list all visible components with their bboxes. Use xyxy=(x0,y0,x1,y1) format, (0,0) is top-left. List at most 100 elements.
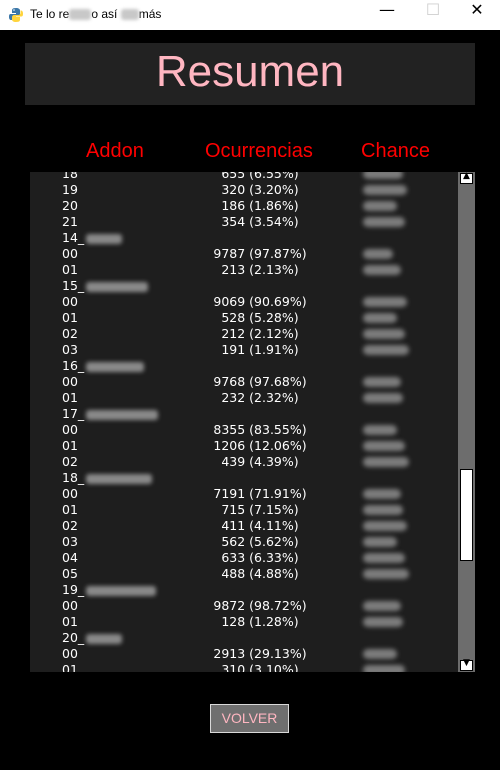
redacted-chance xyxy=(363,441,405,451)
addon-text: 01 xyxy=(62,662,78,672)
addon-text: 04 xyxy=(62,550,78,565)
chance-cell xyxy=(363,313,397,323)
chance-cell xyxy=(363,249,393,259)
ocurrencias-cell: 212 (2.12%) xyxy=(221,326,299,341)
close-button[interactable]: ✕ xyxy=(454,0,500,30)
table-row: 01 528 (5.28%) xyxy=(30,310,458,326)
scroll-up-button[interactable]: ▲ xyxy=(460,171,473,184)
ocurrencias-cell: 411 (4.11%) xyxy=(221,518,299,533)
back-button[interactable]: VOLVER xyxy=(210,704,289,733)
table-row: 01 128 (1.28%) xyxy=(30,614,458,630)
arrow-up-icon: ▲ xyxy=(463,171,470,181)
addon-text: 15_ xyxy=(62,278,85,293)
addon-cell: 04 xyxy=(62,550,78,566)
addon-cell: 00 xyxy=(62,246,78,262)
redacted-chance xyxy=(363,505,403,515)
addon-cell: 18 xyxy=(62,172,78,182)
maximize-button[interactable]: ☐ xyxy=(410,0,456,30)
table-row: 01 1206 (12.06%) xyxy=(30,438,458,454)
addon-text: 01 xyxy=(62,262,78,277)
ocurrencias-cell: 9768 (97.68%) xyxy=(213,374,307,389)
scrollbar-thumb[interactable] xyxy=(460,469,473,561)
table-row: 20 186 (1.86%) xyxy=(30,198,458,214)
chance-cell xyxy=(363,297,407,307)
ocurrencias-cell: 562 (5.62%) xyxy=(221,534,299,549)
redacted-chance xyxy=(363,172,403,179)
addon-cell: 21 xyxy=(62,214,78,230)
table-row: 03 191 (1.91%) xyxy=(30,342,458,358)
table-row: 02 411 (4.11%) xyxy=(30,518,458,534)
table-row: 01 232 (2.32%) xyxy=(30,390,458,406)
ocurrencias-cell: 655 (6.55%) xyxy=(221,172,299,181)
scroll-down-button[interactable]: ▼ xyxy=(460,658,473,671)
results-rows: 18 655 (6.55%) 19 320 (3.20%) 20 186 (1.86%) 2… xyxy=(30,172,458,672)
addon-cell: 03 xyxy=(62,534,78,550)
addon-text: 18 xyxy=(62,172,78,181)
addon-cell: 19 xyxy=(62,182,78,198)
column-header-addon: Addon xyxy=(86,140,144,162)
redacted-chance xyxy=(363,217,405,227)
table-row: 01 213 (2.13%) xyxy=(30,262,458,278)
addon-cell: 01 xyxy=(62,502,78,518)
group-label: 18_ xyxy=(62,470,153,486)
addon-cell: 03 xyxy=(62,342,78,358)
chance-cell xyxy=(363,441,405,451)
addon-cell: 05 xyxy=(62,566,78,582)
addon-text: 01 xyxy=(62,390,78,405)
column-header-ocurrencias: Ocurrencias xyxy=(205,140,313,162)
ocurrencias-cell: 213 (2.13%) xyxy=(221,262,299,277)
ocurrencias-cell: 9872 (98.72%) xyxy=(213,598,307,613)
redacted-chance xyxy=(363,521,407,531)
chance-cell xyxy=(363,377,401,387)
addon-text: 01 xyxy=(62,438,78,453)
addon-text: 16_ xyxy=(62,358,85,373)
window-title: Te lo re o así más xyxy=(30,7,161,21)
table-row: 03 562 (5.62%) xyxy=(30,534,458,550)
redacted-chance xyxy=(363,457,409,467)
redacted-chance xyxy=(363,377,401,387)
ocurrencias-cell: 715 (7.15%) xyxy=(221,502,299,517)
ocurrencias-cell: 8355 (83.55%) xyxy=(213,422,307,437)
ocurrencias-cell: 9787 (97.87%) xyxy=(213,246,307,261)
vertical-scrollbar[interactable]: ▲ ▼ xyxy=(458,171,475,672)
redacted-text xyxy=(69,9,92,21)
addon-text: 02 xyxy=(62,454,78,469)
redacted-chance xyxy=(363,313,397,323)
close-icon: ✕ xyxy=(470,0,484,19)
table-row: 02 439 (4.39%) xyxy=(30,454,458,470)
chance-cell xyxy=(363,172,403,179)
redacted-group-name xyxy=(86,281,149,292)
table-row: 21 354 (3.54%) xyxy=(30,214,458,230)
addon-text: 00 xyxy=(62,294,78,309)
ocurrencias-cell: 528 (5.28%) xyxy=(221,310,299,325)
window-titlebar: Te lo re o así más — ☐ ✕ xyxy=(0,0,500,30)
addon-text: 00 xyxy=(62,486,78,501)
chance-cell xyxy=(363,537,397,547)
table-row: 00 7191 (71.91%) xyxy=(30,486,458,502)
table-row: 01 310 (3.10%) xyxy=(30,662,458,672)
ocurrencias-cell: 191 (1.91%) xyxy=(221,342,299,357)
ocurrencias-cell: 128 (1.28%) xyxy=(221,614,299,629)
addon-text: 02 xyxy=(62,518,78,533)
minimize-icon: — xyxy=(379,0,395,19)
table-row: 00 9768 (97.68%) xyxy=(30,374,458,390)
redacted-group-name xyxy=(86,633,123,644)
addon-cell: 00 xyxy=(62,598,78,614)
addon-text: 03 xyxy=(62,534,78,549)
minimize-button[interactable]: — xyxy=(364,0,410,30)
redacted-chance xyxy=(363,665,405,672)
redacted-chance xyxy=(363,201,397,211)
addon-cell: 01 xyxy=(62,310,78,326)
chance-cell xyxy=(363,553,405,563)
redacted-chance xyxy=(363,617,403,627)
results-list[interactable]: 18 655 (6.55%) 19 320 (3.20%) 20 186 (1.86%) 2… xyxy=(30,172,458,672)
redacted-text xyxy=(120,9,139,21)
addon-text: 00 xyxy=(62,246,78,261)
table-row: 19 320 (3.20%) xyxy=(30,182,458,198)
addon-cell: 00 xyxy=(62,646,78,662)
chance-cell xyxy=(363,345,409,355)
group-label: 15_ xyxy=(62,278,149,294)
redacted-group-name xyxy=(86,585,157,596)
chance-cell xyxy=(363,601,401,611)
chance-cell xyxy=(363,457,409,467)
